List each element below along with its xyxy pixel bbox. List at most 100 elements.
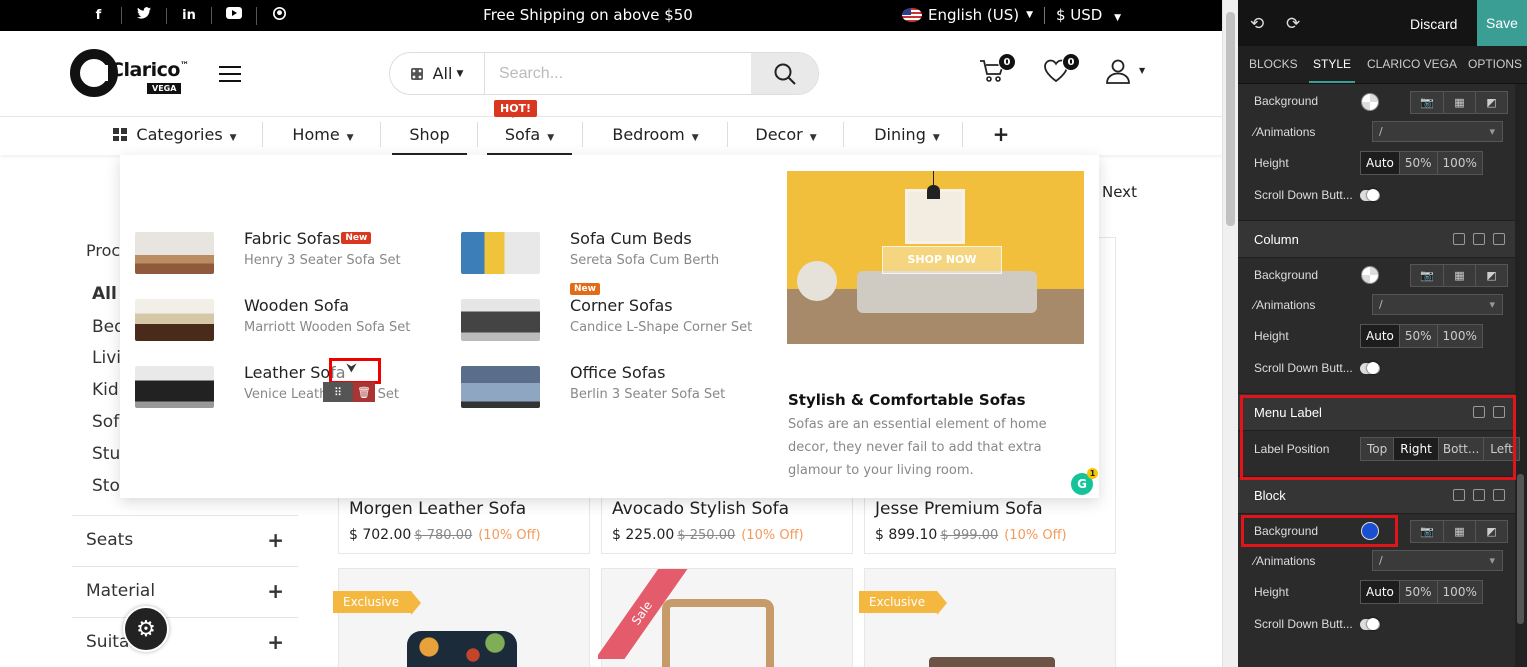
product-card[interactable]: Sale [598,568,853,667]
filter-section-material[interactable]: Material + [72,566,298,616]
scrollbar-thumb[interactable] [1226,12,1235,226]
main-navigation: Categories ▼ Home ▼ Shop Sofa ▼ Bedroom ▼ De… [0,116,1222,155]
nav-home[interactable]: Home ▼ [288,117,358,155]
facebook-icon[interactable]: f [76,8,121,24]
search-button[interactable] [751,53,818,94]
nav-categories[interactable]: Categories ▼ [112,117,238,155]
category-link[interactable]: Stu [92,444,120,464]
next-link[interactable]: Next [1102,183,1137,201]
height-100[interactable]: 100% [1436,152,1482,174]
tab-blocks[interactable]: BLOCKS [1249,57,1298,71]
save-icon[interactable] [1453,233,1465,245]
background-color-swatch[interactable] [1361,93,1379,111]
tab-clarico-vega[interactable]: CLARICO VEGA [1367,57,1457,71]
scroll-down-label: Scroll Down Butt... [1254,361,1353,375]
duplicate-icon[interactable] [1473,489,1485,501]
product-name[interactable]: Morgen Leather Sofa [349,499,526,519]
trash-icon[interactable] [1493,233,1505,245]
nav-divider [582,122,583,147]
account-menu[interactable]: ▼ [1105,58,1145,88]
shape-icon[interactable]: ◩ [1475,265,1507,286]
filter-section-suitable-for[interactable]: Suita...or + [72,617,298,667]
nav-shop[interactable]: Shop [392,117,467,155]
product-card[interactable]: Exclusive [333,568,590,667]
height-50[interactable]: 50% [1398,325,1437,347]
promo-banner[interactable]: SHOP NOW [787,171,1084,344]
grid-icon [410,67,423,80]
scroll-down-toggle[interactable] [1360,362,1380,374]
nav-label: Bedroom [612,125,685,144]
settings-gear-icon[interactable]: ⚙ [123,606,169,652]
video-icon[interactable]: ▦ [1443,92,1475,113]
height-100[interactable]: 100% [1436,325,1482,347]
save-icon[interactable] [1453,489,1465,501]
shape-icon[interactable]: ◩ [1475,521,1507,542]
camera-icon[interactable]: 📷 [1411,521,1443,542]
category-link[interactable]: Livi [92,348,121,368]
trash-icon[interactable]: 🗑 [353,382,375,402]
filter-section-seats[interactable]: Seats + [72,515,298,565]
panel-scrollbar[interactable] [1515,84,1527,667]
product-card[interactable]: Exclusive [859,568,1116,667]
hamburger-menu-icon[interactable] [219,66,241,87]
height-auto[interactable]: Auto [1361,152,1399,174]
chevron-down-icon: ⮟ [346,361,358,376]
trash-icon[interactable] [1493,489,1505,501]
discard-button[interactable]: Discard [1410,16,1457,32]
height-50[interactable]: 50% [1398,581,1437,603]
shape-icon[interactable]: ◩ [1475,92,1507,113]
add-menu-item-button[interactable]: + [990,117,1012,155]
search-category-select[interactable]: All ▼ [390,53,485,94]
chevron-down-icon: ▼ [346,133,354,143]
category-link[interactable]: Sto [92,476,120,496]
nav-decor[interactable]: Decor ▼ [752,117,820,155]
animations-select[interactable]: / [1372,294,1503,315]
scroll-down-toggle[interactable] [1360,618,1380,630]
scroll-down-toggle[interactable] [1360,189,1380,201]
linkedin-icon[interactable]: in [166,7,211,24]
tab-options[interactable]: OPTIONS [1468,57,1522,71]
height-auto[interactable]: Auto [1361,325,1399,347]
page-scrollbar[interactable] [1222,0,1238,667]
redo-icon[interactable]: ⟳ [1286,14,1300,34]
duplicate-icon[interactable] [1473,233,1485,245]
category-link[interactable]: All [92,284,117,304]
product-name[interactable]: Avocado Stylish Sofa [612,499,789,519]
selected-menu-label-highlight[interactable]: ⮟ [329,358,381,384]
nav-bedroom[interactable]: Bedroom ▼ [608,117,703,155]
tab-style[interactable]: STYLE [1308,57,1356,83]
nav-dining[interactable]: Dining ▼ [870,117,944,155]
shop-now-button[interactable]: SHOP NOW [882,246,1002,274]
github-icon[interactable] [256,6,301,25]
grammarly-icon[interactable]: G1 [1071,468,1098,495]
youtube-icon[interactable] [211,7,256,24]
twitter-icon[interactable] [121,7,166,24]
column-section-header[interactable]: Column [1238,220,1515,258]
animations-select[interactable]: / [1372,550,1503,571]
block-section-header[interactable]: Block [1238,476,1515,514]
category-link[interactable]: Kid [92,380,119,400]
drag-handle-icon[interactable]: ⠿ [323,382,353,402]
save-button[interactable]: Save [1477,0,1527,46]
currency-selector[interactable]: $ USD ▼ [1044,7,1121,24]
language-selector[interactable]: English (US) ▼ [902,0,1033,30]
brand-logo[interactable]: Clarico™ VEGA [70,49,190,99]
search-input[interactable] [487,53,749,94]
video-icon[interactable]: ▦ [1443,521,1475,542]
animations-select[interactable]: / [1372,121,1503,142]
panel-scrollbar-thumb[interactable] [1517,474,1524,624]
cart-button[interactable]: 0 [979,53,1016,88]
height-50[interactable]: 50% [1398,152,1437,174]
camera-icon[interactable]: 📷 [1411,92,1443,113]
height-100[interactable]: 100% [1436,581,1482,603]
camera-icon[interactable]: 📷 [1411,265,1443,286]
undo-icon[interactable]: ⟲ [1250,14,1264,34]
nav-sofa[interactable]: Sofa ▼ [487,117,572,155]
height-auto[interactable]: Auto [1361,581,1399,603]
height-label: Height [1254,329,1289,343]
wishlist-button[interactable]: 0 [1043,53,1080,88]
video-icon[interactable]: ▦ [1443,265,1475,286]
background-color-swatch[interactable] [1361,266,1379,284]
product-name[interactable]: Jesse Premium Sofa [875,499,1043,519]
section-actions [1453,233,1505,245]
